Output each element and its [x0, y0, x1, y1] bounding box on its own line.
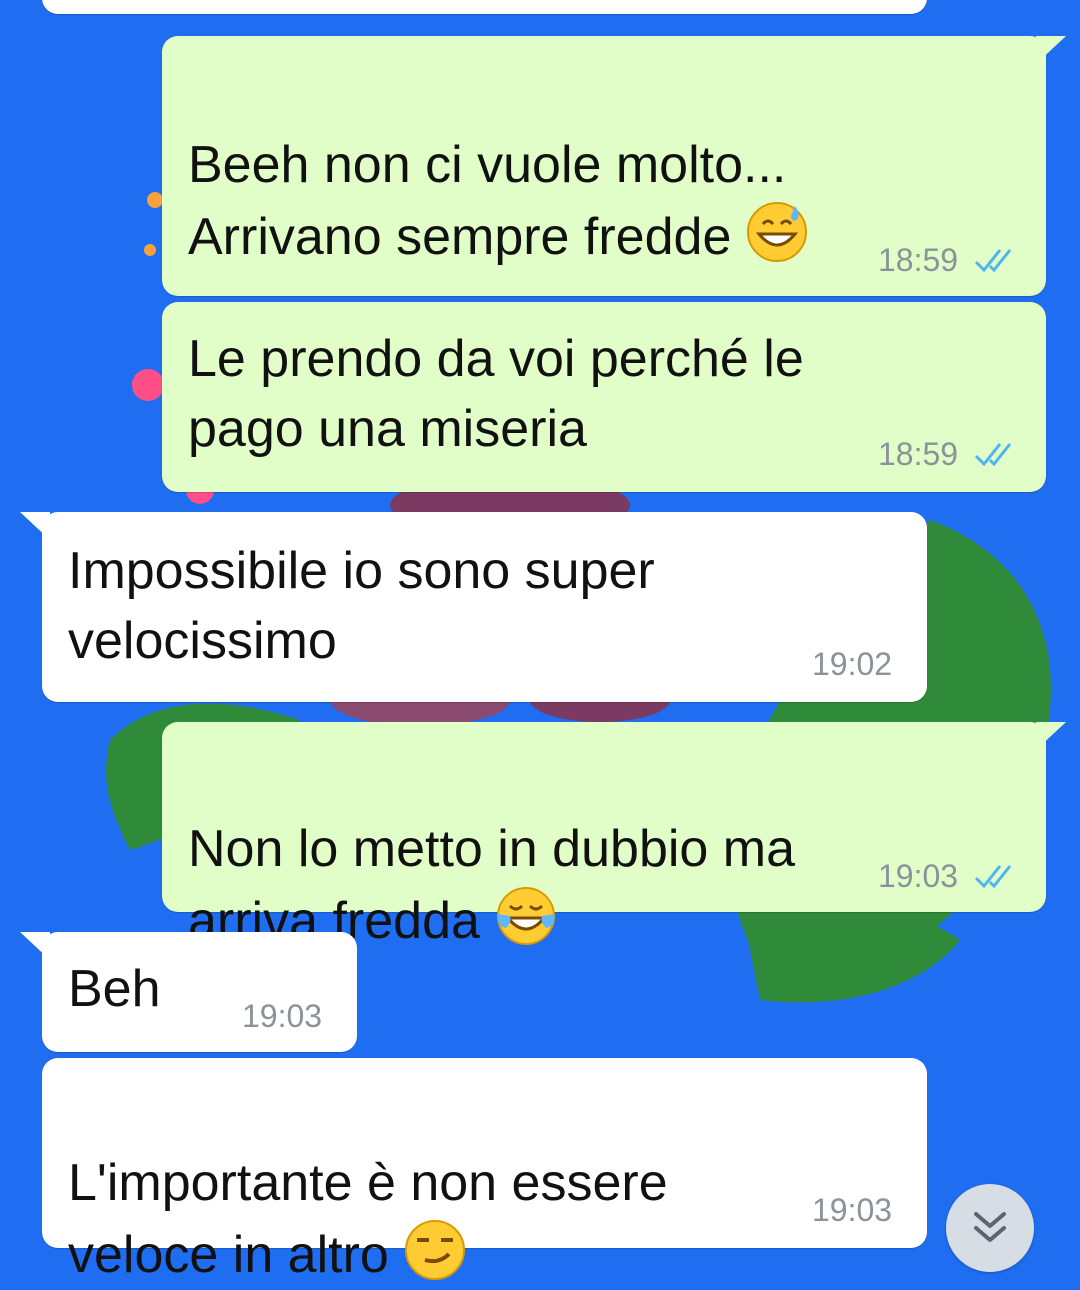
read-double-check-icon: [974, 865, 1012, 889]
previous-message-bubble: [42, 0, 927, 14]
tears-of-joy-emoji: [496, 887, 555, 945]
incoming-message-bubble[interactable]: L'importante è non essere veloce in altr…: [42, 1058, 927, 1284]
bubble-tail: [1036, 722, 1066, 750]
bubble-tail: [1036, 36, 1066, 64]
message-text: Beeh non ci vuole molto... Arrivano semp…: [188, 60, 809, 272]
outgoing-message-bubble[interactable]: Non lo metto in dubbio ma arriva fredda …: [162, 722, 1046, 950]
outgoing-message-bubble[interactable]: Le prendo da voi perché le pago una mise…: [162, 302, 1046, 492]
message-time: 18:59: [878, 436, 959, 472]
message-time: 19:03: [242, 998, 323, 1034]
read-double-check-icon: [974, 443, 1012, 467]
incoming-message-bubble[interactable]: Impossibile io sono super velocissimo 19…: [42, 512, 927, 702]
message-time: 19:03: [812, 1192, 893, 1228]
message-time: 19:02: [812, 646, 893, 682]
outgoing-message-bubble[interactable]: Beeh non ci vuole molto... Arrivano semp…: [162, 36, 1046, 296]
grinning-sweat-emoji: [747, 202, 808, 262]
incoming-message-bubble[interactable]: Beh 19:03: [42, 932, 357, 1052]
message-text: Beh: [68, 960, 161, 1018]
message-time: 18:59: [878, 242, 959, 278]
message-text: Impossibile io sono super velocissimo: [68, 542, 655, 670]
smirking-face-emoji: [404, 1220, 465, 1280]
read-double-check-icon: [974, 249, 1012, 273]
message-time: 19:03: [878, 858, 959, 894]
message-text: L'importante è non essere veloce in altr…: [68, 1154, 668, 1284]
message-text: Non lo metto in dubbio ma arriva fredda: [188, 820, 796, 950]
message-text: Le prendo da voi perché le pago una mise…: [188, 330, 804, 458]
